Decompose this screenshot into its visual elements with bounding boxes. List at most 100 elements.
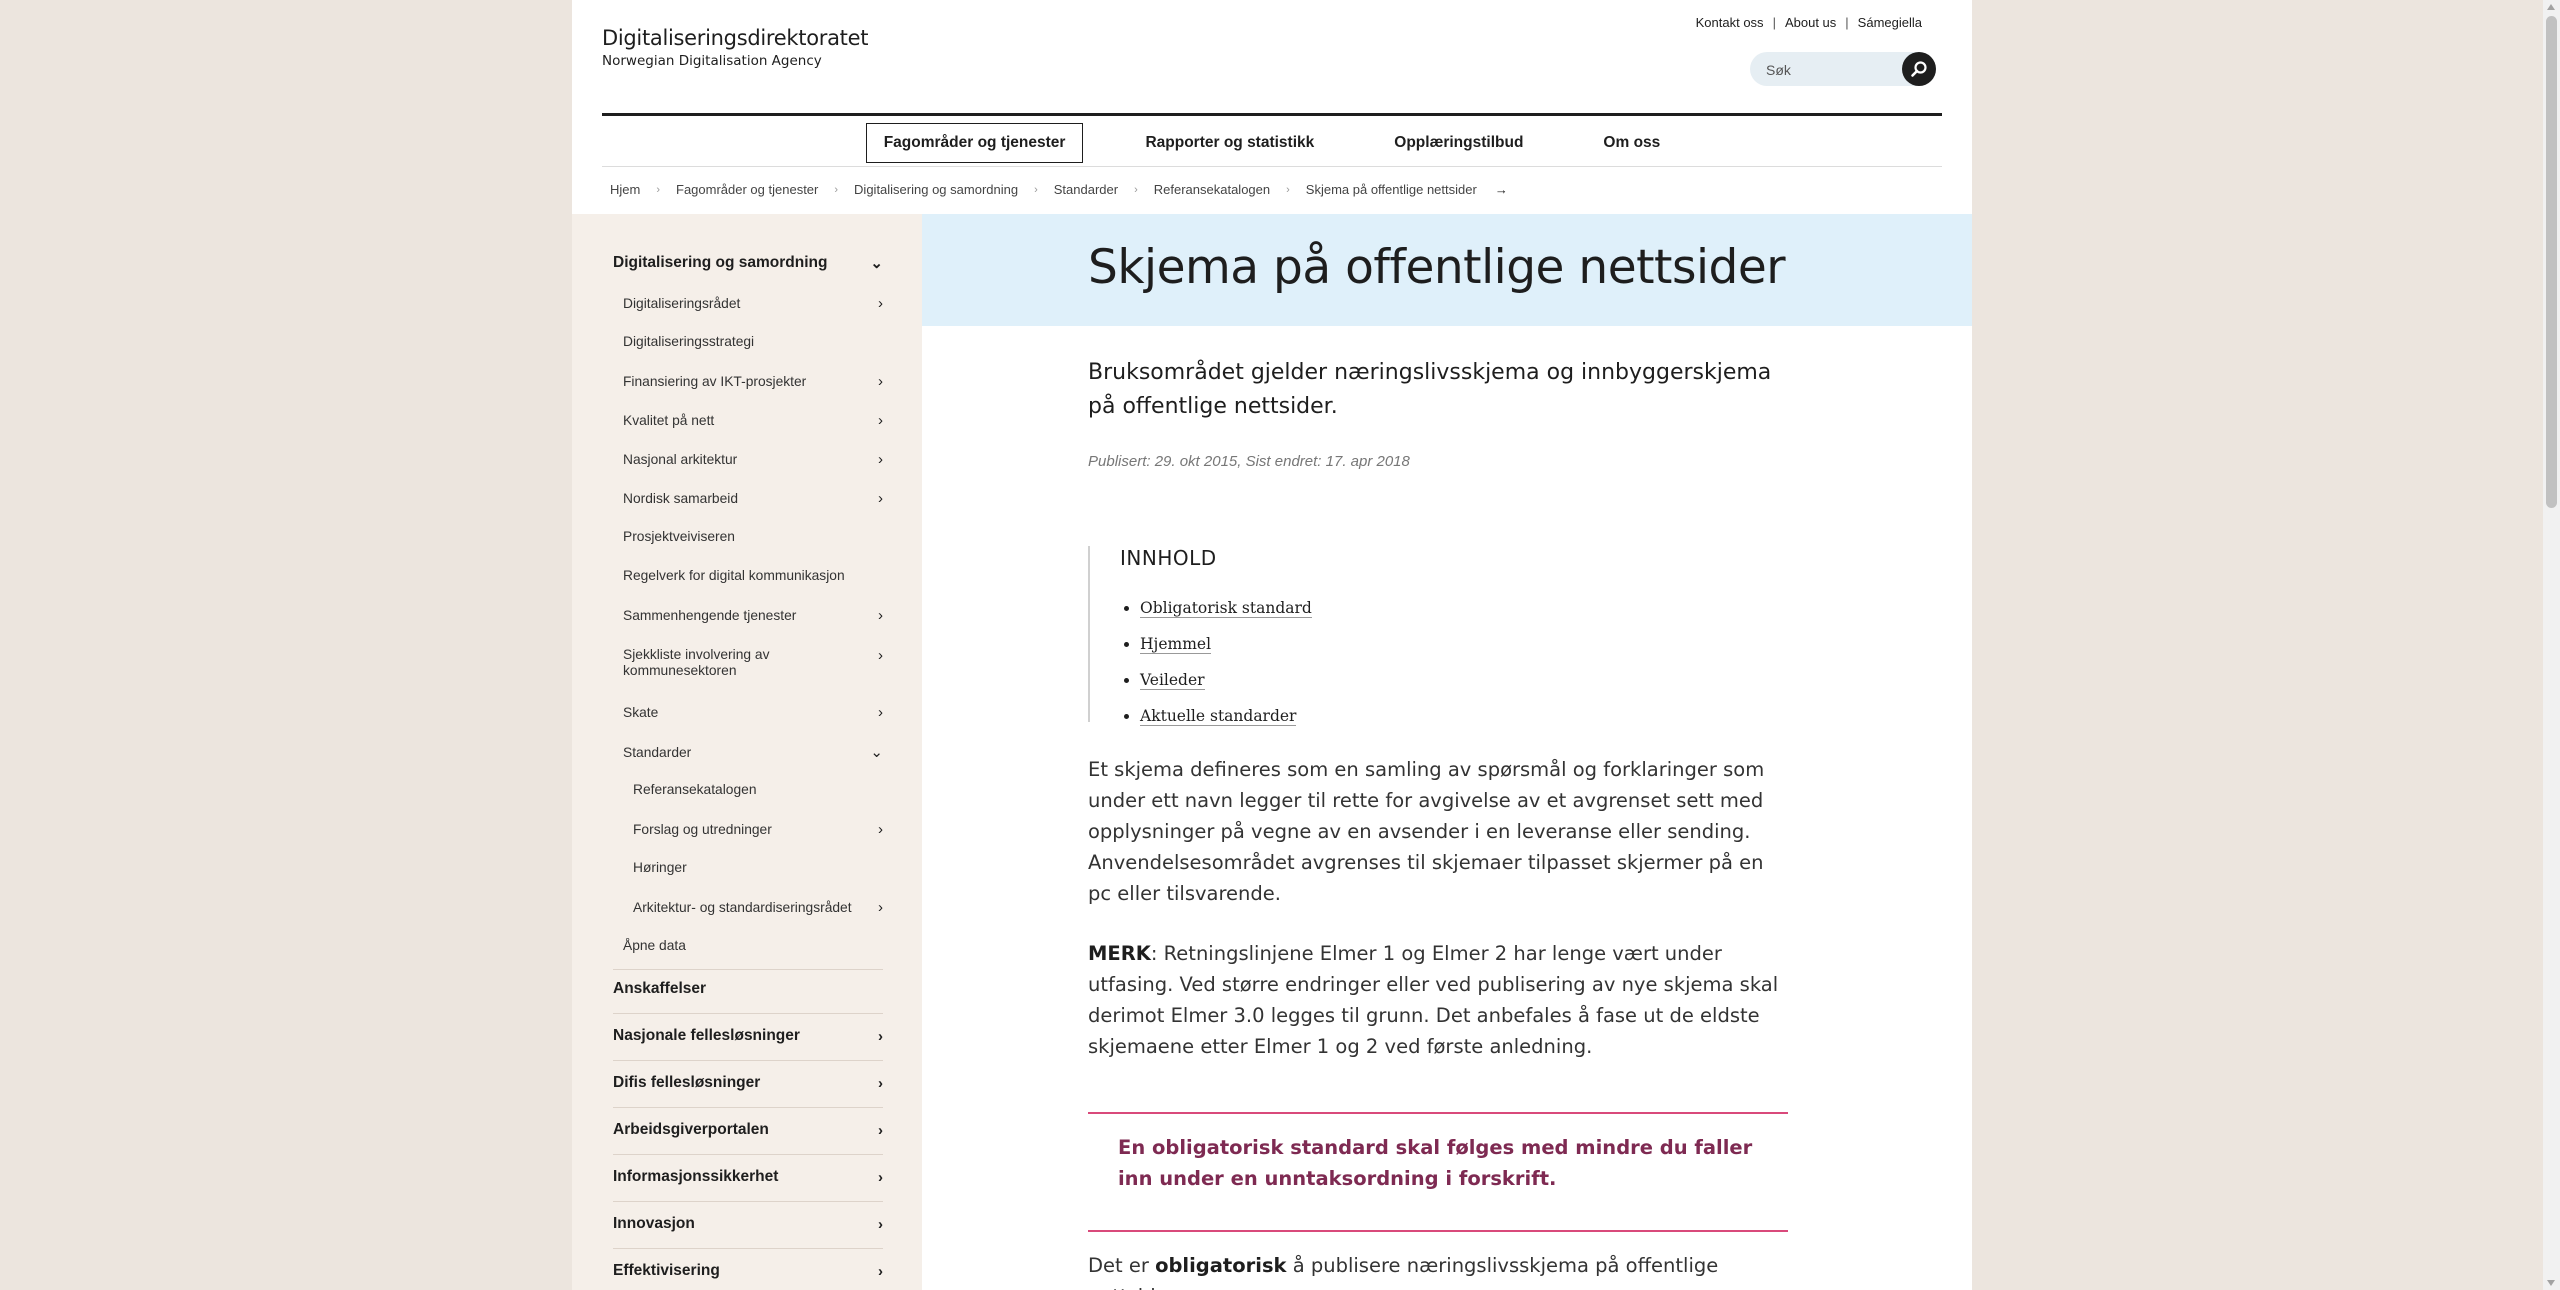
sidebar-item[interactable]: Regelverk for digital kommunikasjon [623, 568, 883, 583]
sidebar-item-label: Standarder [623, 744, 692, 760]
sidebar-item-label: Difis fellesløsninger [613, 1074, 761, 1091]
breadcrumb-item[interactable]: Standarder [1054, 182, 1118, 197]
sidebar-item[interactable]: Digitaliseringsstrategi [623, 334, 883, 349]
chevron-right-icon: › [878, 899, 883, 916]
page: Digitaliseringsdirektoratet Norwegian Di… [572, 0, 1972, 1290]
sidebar-item-standarder[interactable]: Standarder ⌄ [623, 743, 883, 761]
sidebar-section-informasjonssikkerhet[interactable]: Informasjonssikkerhet › [613, 1168, 883, 1186]
chevron-right-icon: › [878, 1215, 883, 1233]
chevron-right-icon: › [878, 821, 883, 838]
chevron-right-icon: › [878, 295, 883, 312]
chevron-right-icon: › [878, 412, 883, 429]
chevron-right-icon: › [878, 1168, 883, 1186]
magnifier-icon [1911, 61, 1927, 77]
sidebar-subitem[interactable]: Høringer [633, 860, 883, 875]
chevron-right-icon: › [878, 373, 883, 390]
breadcrumb-item[interactable]: Hjem [610, 182, 640, 197]
sidebar-item-label: Sammenhengende tjenester [623, 608, 797, 623]
toc-link[interactable]: Veileder [1140, 671, 1205, 690]
nav-fagomrader[interactable]: Fagområder og tjenester [865, 123, 1084, 163]
breadcrumb-item[interactable]: Fagområder og tjenester [676, 182, 818, 197]
chevron-down-icon: ⌄ [870, 255, 883, 272]
contact-link[interactable]: Kontakt oss [1696, 15, 1764, 30]
nav-om-oss[interactable]: Om oss [1585, 123, 1678, 163]
sidebar-section-anskaffelser[interactable]: Anskaffelser [613, 980, 883, 998]
sidebar-section-nasjonale[interactable]: Nasjonale fellesløsninger › [613, 1027, 883, 1045]
toc-item: Obligatorisk standard [1140, 590, 1312, 626]
breadcrumb-item[interactable]: Referansekatalogen [1154, 182, 1270, 197]
sidebar-item[interactable]: Åpne data [623, 938, 883, 953]
notice-box: En obligatorisk standard skal følges med… [1088, 1112, 1788, 1232]
toc-link[interactable]: Obligatorisk standard [1140, 599, 1312, 618]
breadcrumb-separator-icon: › [1034, 183, 1038, 196]
sidebar-item-label: Prosjektveiviseren [623, 529, 735, 544]
search-button[interactable] [1902, 52, 1936, 86]
chevron-right-icon: › [878, 451, 883, 468]
search-input[interactable] [1764, 52, 1908, 88]
sidebar: Digitalisering og samordning ⌄ Digitalis… [572, 214, 922, 1290]
sidebar-item-label: Digitalisering og samordning [613, 254, 828, 271]
header-rule [602, 113, 1942, 116]
sidebar-section-arbeidsgiver[interactable]: Arbeidsgiverportalen › [613, 1121, 883, 1139]
breadcrumb: Hjem › Fagområder og tjenester › Digital… [610, 182, 1508, 197]
chevron-right-icon: › [878, 647, 883, 664]
sidebar-item-label: Åpne data [623, 938, 686, 953]
sidebar-item[interactable]: Kvalitet på nett › [623, 412, 883, 429]
sidebar-section-effektivisering[interactable]: Effektivisering › [613, 1262, 883, 1280]
sidebar-divider [613, 1248, 883, 1249]
body-paragraph: Det er obligatorisk å publisere næringsl… [1088, 1250, 1788, 1290]
toc-link[interactable]: Hjemmel [1140, 635, 1212, 654]
sidebar-section-innovasjon[interactable]: Innovasjon › [613, 1215, 883, 1233]
sidebar-divider [613, 969, 883, 970]
sidebar-item[interactable]: Skate › [623, 704, 883, 721]
scroll-down-icon[interactable] [2547, 1280, 2555, 1286]
sidebar-divider [613, 1013, 883, 1014]
breadcrumb-separator-icon: › [656, 183, 661, 196]
sami-link[interactable]: Sámegiella [1858, 15, 1922, 30]
main-nav: Fagområder og tjenester Rapporter og sta… [572, 120, 1972, 166]
article-lead: Bruksområdet gjelder næringslivsskjema o… [1088, 360, 1772, 419]
sidebar-divider [613, 1060, 883, 1061]
sidebar-subitem[interactable]: Referansekatalogen [633, 782, 883, 797]
sidebar-item[interactable]: Digitaliseringsrådet › [623, 295, 883, 312]
about-us-link[interactable]: About us [1785, 15, 1836, 30]
sidebar-item-label: Høringer [633, 860, 687, 875]
sidebar-item-label: Regelverk for digital kommunikasjon [623, 568, 845, 583]
sidebar-item-label: Kvalitet på nett [623, 413, 715, 428]
breadcrumb-separator-icon: › [834, 183, 839, 196]
sidebar-item[interactable]: Sammenhengende tjenester › [623, 607, 883, 624]
chevron-right-icon: › [878, 704, 883, 721]
sidebar-item[interactable]: Sjekkliste involvering av kommunesektore… [623, 647, 883, 679]
link-separator: | [1772, 15, 1776, 30]
sidebar-subitem[interactable]: Arkitektur- og standardiseringsrådet › [633, 899, 883, 916]
breadcrumb-item[interactable]: Digitalisering og samordning [854, 182, 1018, 197]
sidebar-item-label: Nasjonal arkitektur [623, 452, 738, 467]
nav-rapporter[interactable]: Rapporter og statistikk [1127, 123, 1332, 163]
sidebar-section-difis[interactable]: Difis fellesløsninger › [613, 1074, 883, 1092]
table-of-contents: INNHOLD Obligatorisk standard Hjemmel Ve… [1088, 546, 1390, 726]
toc-link[interactable]: Aktuelle standarder [1140, 707, 1297, 726]
sidebar-item[interactable]: Prosjektveiviseren [623, 529, 883, 544]
body-paragraph-note: MERK: Retningslinjene Elmer 1 og Elmer 2… [1088, 938, 1788, 1062]
bold-term: obligatorisk [1155, 1254, 1287, 1277]
link-separator: | [1845, 15, 1849, 30]
sidebar-subitem[interactable]: Forslag og utredninger › [633, 821, 883, 838]
sidebar-section-digitalisering[interactable]: Digitalisering og samordning ⌄ [613, 254, 883, 272]
page-title: Skjema på offentlige nettsider [1088, 240, 1786, 295]
sidebar-item[interactable]: Nordisk samarbeid › [623, 490, 883, 507]
top-links: Kontakt oss | About us | Sámegiella [1696, 15, 1922, 30]
sidebar-item-label: Arbeidsgiverportalen [613, 1121, 769, 1138]
nav-opplaering[interactable]: Opplæringstilbud [1376, 123, 1541, 163]
arrow-right-icon[interactable]: → [1495, 182, 1508, 197]
vertical-scrollbar[interactable] [2543, 0, 2560, 1290]
sidebar-item-label: Finansiering av IKT-prosjekter [623, 374, 807, 389]
sidebar-item[interactable]: Nasjonal arkitektur › [623, 451, 883, 468]
scroll-up-icon[interactable] [2547, 4, 2555, 10]
site-logo[interactable]: Digitaliseringsdirektoratet Norwegian Di… [602, 26, 868, 69]
chevron-right-icon: › [878, 1027, 883, 1045]
scrollbar-thumb[interactable] [2546, 16, 2557, 508]
toc-item: Hjemmel [1140, 626, 1312, 662]
sidebar-divider [613, 1201, 883, 1202]
chevron-right-icon: › [878, 490, 883, 507]
sidebar-item[interactable]: Finansiering av IKT-prosjekter › [623, 373, 883, 390]
